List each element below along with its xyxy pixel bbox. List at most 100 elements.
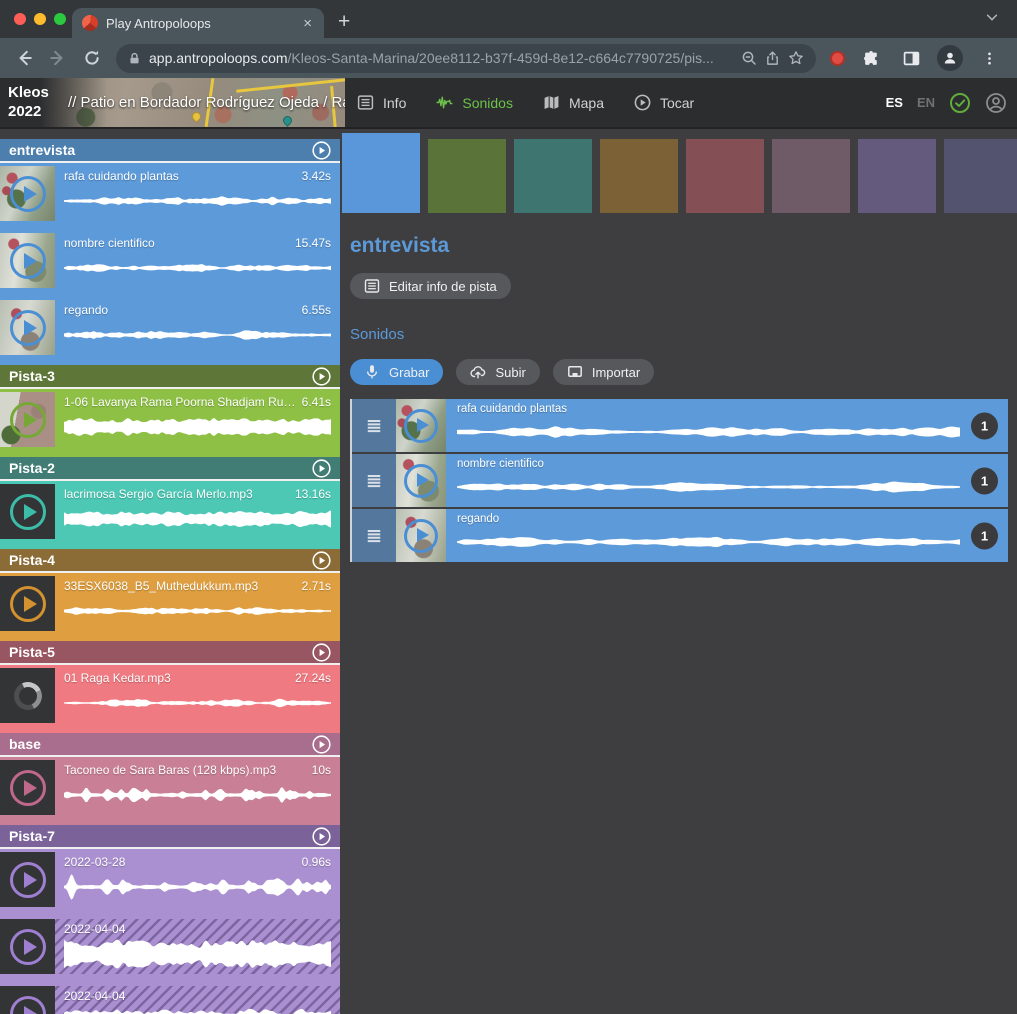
account-icon[interactable]	[985, 92, 1007, 114]
sidebar-sound-item[interactable]: 2022-04-04	[0, 986, 340, 1014]
minimize-window-button[interactable]	[34, 13, 46, 25]
fullscreen-window-button[interactable]	[54, 13, 66, 25]
sidebar-sound-item[interactable]: Taconeo de Sara Baras (128 kbps).mp310s	[0, 760, 340, 815]
nav-item-sonidos[interactable]: Sonidos	[436, 94, 513, 111]
drag-handle[interactable]	[352, 509, 396, 562]
sound-row[interactable]: nombre cientifico1	[352, 454, 1008, 507]
side-panel-icon[interactable]	[897, 44, 925, 72]
track-section-header[interactable]: base	[0, 733, 340, 755]
subir-button[interactable]: Subir	[456, 359, 539, 385]
drag-handle[interactable]	[352, 454, 396, 507]
info-form-icon	[357, 94, 374, 111]
profile-avatar[interactable]	[937, 45, 963, 71]
play-icon[interactable]	[404, 409, 438, 443]
track-color-tab-8[interactable]	[944, 139, 1017, 213]
track-name: base	[9, 736, 41, 752]
grabar-button[interactable]: Grabar	[350, 359, 443, 385]
nav-item-info[interactable]: Info	[357, 94, 406, 111]
sidebar-sound-item[interactable]: lacrimosa Sergio García Merlo.mp313.16s	[0, 484, 340, 539]
map-thumbnail[interactable]: // Patio en Bordador Rodríguez Ojeda / R…	[40, 78, 345, 127]
play-icon[interactable]	[10, 402, 46, 438]
main-panel: entrevista Editar info de pista Sonidos …	[340, 129, 1017, 1014]
browser-tab[interactable]: Play Antropoloops ×	[72, 8, 324, 38]
browser-menu-icon[interactable]	[975, 44, 1003, 72]
new-tab-button[interactable]: +	[338, 10, 350, 38]
play-icon[interactable]	[10, 770, 46, 806]
sidebar-sound-item[interactable]: 1-06 Lavanya Rama Poorna Shadjam Rupak..…	[0, 392, 340, 447]
track-color-tab-2[interactable]	[428, 139, 506, 213]
track-name: Pista-7	[9, 828, 55, 844]
play-icon[interactable]	[10, 310, 46, 346]
sound-item-toprow: nombre cientifico15.47s	[64, 236, 331, 250]
sound-duration: 27.24s	[295, 671, 331, 685]
track-section-body: 2022-03-280.96s 2022-04-04 2022-04-04	[0, 849, 340, 1014]
close-tab-icon[interactable]: ×	[301, 14, 314, 33]
track-color-tab-1[interactable]	[342, 133, 420, 213]
play-icon[interactable]	[404, 464, 438, 498]
play-icon[interactable]	[10, 862, 46, 898]
close-window-button[interactable]	[14, 13, 26, 25]
track-section-header[interactable]: Pista-2	[0, 457, 340, 479]
track-play-icon[interactable]	[312, 643, 331, 662]
track-color-tab-7[interactable]	[858, 139, 936, 213]
bookmark-star-icon[interactable]	[788, 50, 804, 66]
language-en[interactable]: EN	[917, 95, 935, 110]
sound-row[interactable]: regando1	[352, 509, 1008, 562]
sidebar-sound-item[interactable]: nombre cientifico15.47s	[0, 233, 340, 288]
sound-title: regando	[64, 303, 114, 317]
track-color-tab-3[interactable]	[514, 139, 592, 213]
play-icon[interactable]	[404, 519, 438, 553]
track-color-tab-4[interactable]	[600, 139, 678, 213]
header-right: ES EN	[886, 92, 1007, 114]
play-icon[interactable]	[10, 996, 46, 1014]
sound-row-content: rafa cuidando plantas	[446, 399, 1008, 452]
track-play-icon[interactable]	[312, 141, 331, 160]
track-section-header[interactable]: entrevista	[0, 139, 340, 161]
play-icon[interactable]	[10, 929, 46, 965]
share-icon[interactable]	[765, 51, 780, 66]
edit-track-info-button[interactable]: Editar info de pista	[350, 273, 511, 299]
sidebar-sound-item[interactable]: 33ESX6038_B5_Muthedukkum.mp32.71s	[0, 576, 340, 631]
sound-waveform	[457, 470, 960, 504]
reload-icon[interactable]	[78, 44, 106, 72]
track-play-icon[interactable]	[312, 735, 331, 754]
sidebar-sound-item[interactable]: rafa cuidando plantas3.42s	[0, 166, 340, 221]
play-icon[interactable]	[10, 494, 46, 530]
track-play-icon[interactable]	[312, 827, 331, 846]
importar-button[interactable]: Importar	[553, 359, 654, 385]
app-logo[interactable]: Kleos 2022	[8, 78, 49, 127]
track-section-header[interactable]: Pista-5	[0, 641, 340, 663]
waveform	[64, 937, 331, 971]
sidebar-sound-item[interactable]: 2022-03-280.96s	[0, 852, 340, 907]
track-section-header[interactable]: Pista-7	[0, 825, 340, 847]
address-bar[interactable]: app.antropoloops.com/Kleos-Santa-Marina/…	[116, 44, 816, 73]
sidebar-sound-item[interactable]: 01 Raga Kedar.mp327.24s	[0, 668, 340, 723]
nav-item-tocar[interactable]: Tocar	[634, 94, 694, 111]
sound-item-toprow: 33ESX6038_B5_Muthedukkum.mp32.71s	[64, 579, 331, 593]
track-color-tab-6[interactable]	[772, 139, 850, 213]
track-section-header[interactable]: Pista-3	[0, 365, 340, 387]
sound-waveform	[64, 869, 331, 905]
extensions-puzzle-icon[interactable]	[857, 44, 885, 72]
drag-handle[interactable]	[352, 399, 396, 452]
track-color-tab-5[interactable]	[686, 139, 764, 213]
track-play-icon[interactable]	[312, 551, 331, 570]
zoom-out-icon[interactable]	[741, 50, 757, 66]
sound-row[interactable]: rafa cuidando plantas1	[352, 399, 1008, 452]
play-icon[interactable]	[10, 243, 46, 279]
sound-waveform	[64, 1003, 331, 1014]
play-icon[interactable]	[10, 586, 46, 622]
play-icon[interactable]	[10, 176, 46, 212]
track-play-icon[interactable]	[312, 459, 331, 478]
nav-item-mapa[interactable]: Mapa	[543, 94, 604, 111]
track-section-header[interactable]: Pista-4	[0, 549, 340, 571]
sidebar-sound-item[interactable]: 2022-04-04	[0, 919, 340, 974]
saved-check-icon[interactable]	[949, 92, 971, 114]
back-icon[interactable]	[10, 44, 38, 72]
record-extension-icon[interactable]	[830, 51, 845, 66]
language-es[interactable]: ES	[886, 95, 903, 110]
sidebar-sound-item[interactable]: regando6.55s	[0, 300, 340, 355]
tab-search-chevron-icon[interactable]	[985, 10, 999, 29]
track-play-icon[interactable]	[312, 367, 331, 386]
forward-icon[interactable]	[44, 44, 72, 72]
